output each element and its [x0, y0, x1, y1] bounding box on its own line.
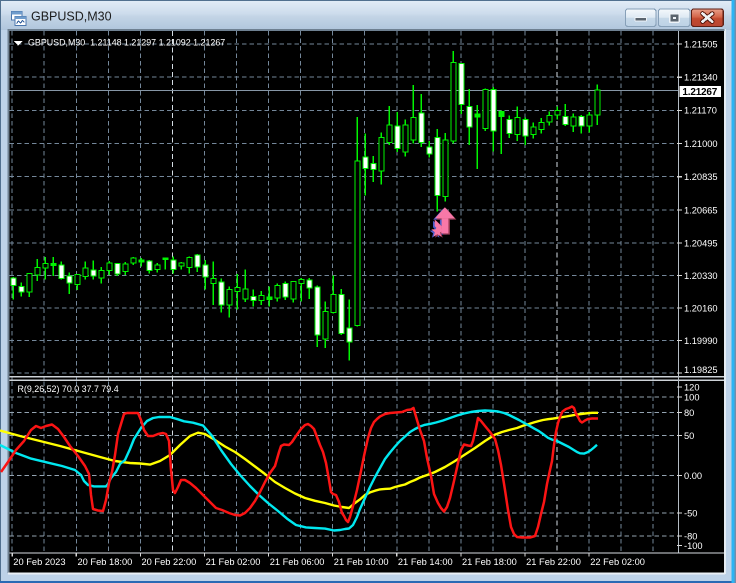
- svg-text:1.19990: 1.19990: [684, 336, 718, 346]
- svg-text:21 Feb 02:00: 21 Feb 02:00: [206, 557, 261, 567]
- svg-text:1.21000: 1.21000: [684, 139, 718, 149]
- svg-text:1.20665: 1.20665: [684, 205, 718, 215]
- svg-text:21 Feb 14:00: 21 Feb 14:00: [398, 557, 453, 567]
- svg-text:1.21267: 1.21267: [682, 87, 717, 98]
- svg-text:1.21170: 1.21170: [684, 106, 717, 116]
- svg-text:21 Feb 18:00: 21 Feb 18:00: [462, 557, 517, 567]
- svg-text:20 Feb 18:00: 20 Feb 18:00: [78, 557, 133, 567]
- svg-text:20 Feb 2023: 20 Feb 2023: [13, 557, 65, 567]
- svg-text:1.21505: 1.21505: [684, 39, 718, 49]
- svg-text:-80: -80: [684, 531, 697, 541]
- svg-text:-50: -50: [684, 508, 697, 518]
- svg-text:80: 80: [684, 408, 694, 418]
- svg-text:50: 50: [684, 431, 694, 441]
- svg-text:GBPUSD,M30: GBPUSD,M30: [31, 10, 112, 24]
- svg-text:1.20495: 1.20495: [684, 238, 718, 248]
- svg-text:21 Feb 10:00: 21 Feb 10:00: [334, 557, 389, 567]
- svg-text:120: 120: [684, 382, 700, 392]
- svg-text:1.20160: 1.20160: [684, 304, 718, 314]
- svg-text:21 Feb 06:00: 21 Feb 06:00: [270, 557, 325, 567]
- svg-text:R(9,26,52) 70.0 37.7 79.4: R(9,26,52) 70.0 37.7 79.4: [18, 384, 119, 394]
- svg-text:21 Feb 22:00: 21 Feb 22:00: [526, 557, 581, 567]
- svg-text:1.20330: 1.20330: [684, 271, 718, 281]
- svg-text:20 Feb 22:00: 20 Feb 22:00: [142, 557, 197, 567]
- svg-text:0.00: 0.00: [684, 471, 702, 481]
- svg-text:1.19825: 1.19825: [684, 365, 718, 375]
- svg-text:22 Feb 02:00: 22 Feb 02:00: [590, 557, 645, 567]
- svg-text:-100: -100: [684, 541, 703, 551]
- svg-text:1.20835: 1.20835: [684, 172, 718, 182]
- svg-text:100: 100: [684, 392, 700, 402]
- svg-text:GBPUSD,M30 1.21148 1.21297 1.: GBPUSD,M30 1.21148 1.21297 1.21092 1.212…: [28, 38, 225, 48]
- svg-text:1.21340: 1.21340: [684, 73, 718, 83]
